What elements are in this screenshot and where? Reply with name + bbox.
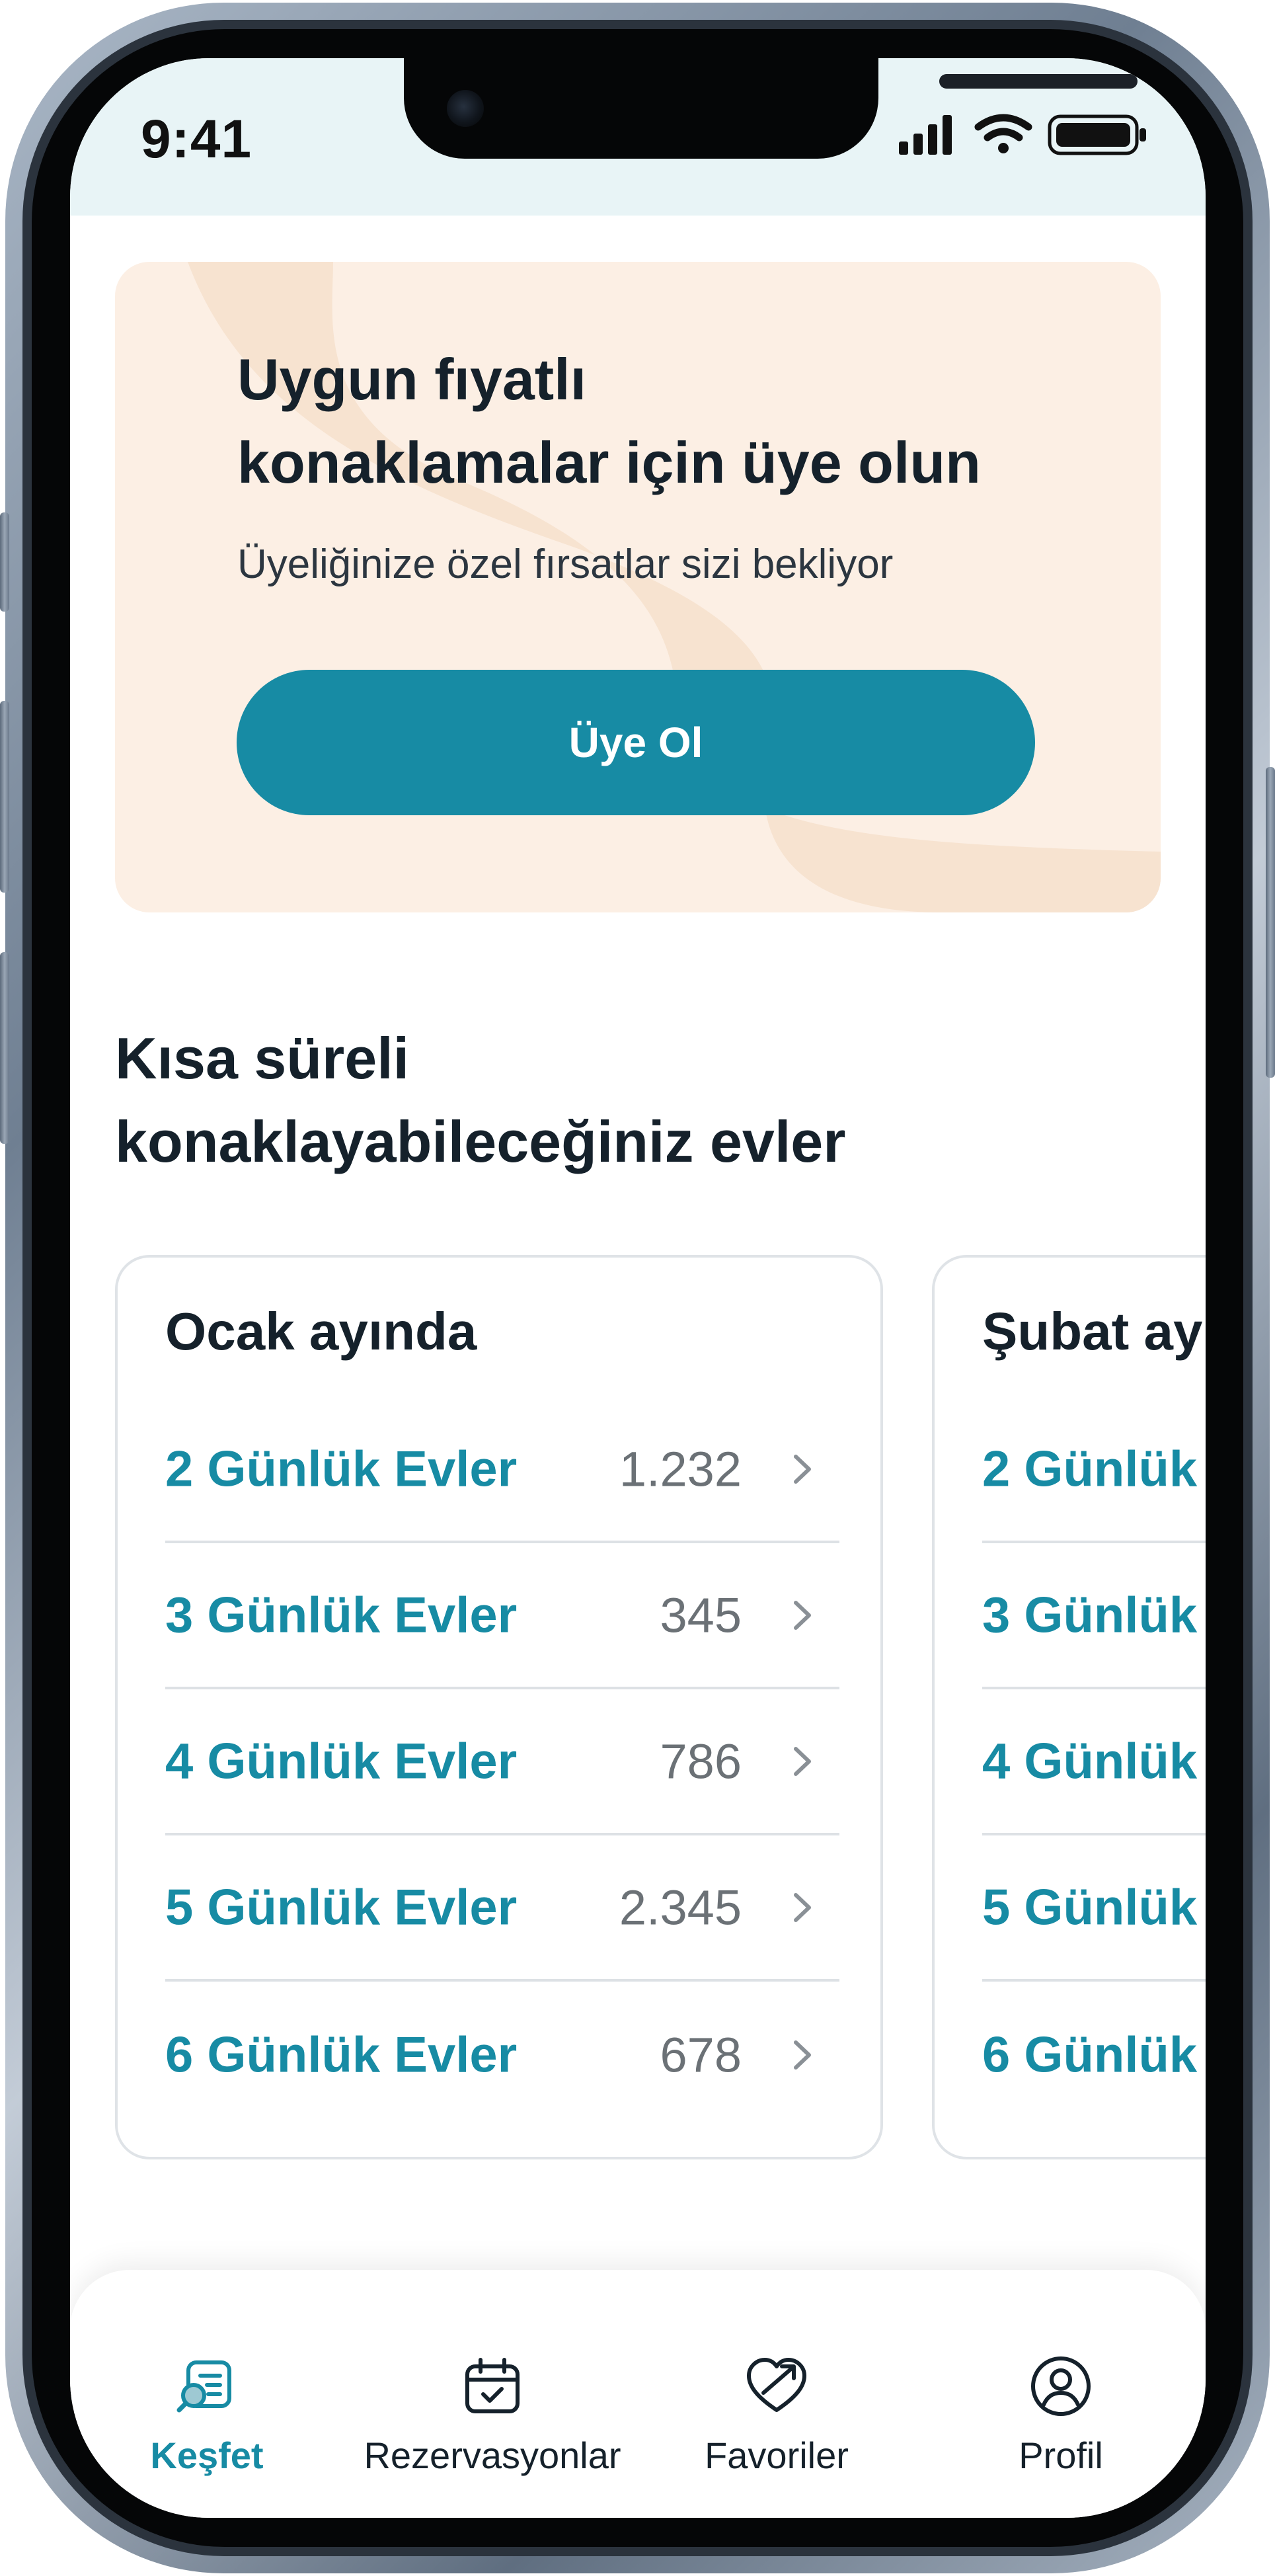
bottom-nav: Keşfet Rezervasyonlar Favoriler Profil	[70, 2270, 1206, 2518]
nav-label: Keşfet	[150, 2435, 264, 2476]
list-item-2-day[interactable]: 2 Günlük Evler 1.232	[165, 1397, 839, 1543]
month-card-subat: Şubat ay 2 Günlük E 3 Günlük E 4 Günlük …	[932, 1255, 1206, 2159]
earpiece-speaker	[939, 74, 1138, 89]
list-item-5-day[interactable]: 5 Günlük E	[982, 1835, 1206, 1982]
chevron-right-icon	[794, 1892, 811, 1922]
row-label: 3 Günlük E	[982, 1587, 1206, 1643]
battery-icon	[1048, 114, 1146, 155]
nav-label: Profil	[1019, 2435, 1103, 2476]
month-card-ocak: Ocak ayında 2 Günlük Evler 1.232 3 Günlü…	[115, 1255, 883, 2159]
calendar-check-icon	[465, 2358, 520, 2413]
nav-tab-reservations[interactable]: Rezervasyonlar	[350, 2270, 635, 2476]
chevron-right-icon	[794, 1600, 811, 1630]
list-item-4-day[interactable]: 4 Günlük Evler 786	[165, 1689, 839, 1835]
wifi-icon	[974, 114, 1032, 153]
promo-title-line-1: Uygun fıyatlı	[237, 346, 587, 412]
promo-title-line-2: konaklamalar için üye olun	[237, 430, 981, 495]
list-item-5-day[interactable]: 5 Günlük Evler 2.345	[165, 1835, 839, 1982]
explore-icon	[176, 2360, 231, 2413]
row-label: 2 Günlük Evler	[165, 1441, 518, 1497]
power-button	[1266, 767, 1275, 1078]
nav-tab-favorites[interactable]: Favoriler	[635, 2270, 919, 2476]
chevron-right-icon	[794, 1454, 811, 1484]
row-label: 5 Günlük E	[982, 1879, 1206, 1935]
nav-label: Favoriler	[705, 2435, 849, 2476]
sign-up-button[interactable]: Üye Ol	[237, 670, 1035, 815]
card-title: Ocak ayında	[165, 1302, 477, 1361]
promo-title: Uygun fıyatlı konaklamalar için üye olun	[237, 338, 1097, 504]
volume-down-button	[0, 952, 9, 1144]
nav-label: Rezervasyonlar	[364, 2435, 621, 2476]
row-count: 2.345	[619, 1880, 742, 1935]
status-icons	[899, 114, 1146, 155]
list-item-3-day[interactable]: 3 Günlük Evler 345	[165, 1543, 839, 1689]
card-title: Şubat ay	[982, 1302, 1203, 1361]
section-title: Kısa süreli konaklayabileceğiniz evler	[115, 1017, 1106, 1184]
list-item-3-day[interactable]: 3 Günlük E	[982, 1543, 1206, 1689]
screen: 9:41 Uygun fıyatlı konaklamalar için üye…	[70, 58, 1206, 2518]
row-count: 1.232	[619, 1441, 742, 1496]
nav-tab-profile[interactable]: Profil	[919, 2270, 1203, 2476]
front-camera	[447, 90, 484, 127]
section-title-line-1: Kısa süreli	[115, 1026, 410, 1091]
row-label: 6 Günlük Evler	[165, 2027, 518, 2083]
row-label: 4 Günlük Evler	[165, 1733, 518, 1789]
mute-switch	[0, 512, 9, 612]
promo-subtitle: Üyeliğinize özel fırsatlar sizi bekliyor	[237, 542, 894, 587]
chevron-right-icon	[794, 2040, 811, 2070]
list-item-4-day[interactable]: 4 Günlük E	[982, 1689, 1206, 1835]
list-item-6-day[interactable]: 6 Günlük E	[982, 1982, 1206, 2128]
row-label: 4 Günlük E	[982, 1733, 1206, 1789]
section-title-line-2: konaklayabileceğiniz evler	[115, 1109, 846, 1174]
list-item-6-day[interactable]: 6 Günlük Evler 678	[165, 1982, 839, 2128]
profile-icon	[1031, 2356, 1091, 2416]
heart-icon	[747, 2358, 806, 2412]
row-label: 2 Günlük E	[982, 1441, 1206, 1497]
row-count: 678	[660, 2027, 742, 2082]
signal-icon	[899, 115, 952, 155]
row-label: 6 Günlük E	[982, 2027, 1206, 2083]
chevron-right-icon	[794, 1746, 811, 1776]
status-time: 9:41	[141, 109, 252, 169]
row-count: 786	[660, 1734, 742, 1789]
list-item-2-day[interactable]: 2 Günlük E	[982, 1397, 1206, 1543]
row-label: 3 Günlük Evler	[165, 1587, 518, 1643]
volume-up-button	[0, 701, 9, 893]
nav-tab-explore[interactable]: Keşfet	[70, 2270, 349, 2476]
row-count: 345	[660, 1588, 742, 1642]
row-label: 5 Günlük Evler	[165, 1879, 518, 1935]
